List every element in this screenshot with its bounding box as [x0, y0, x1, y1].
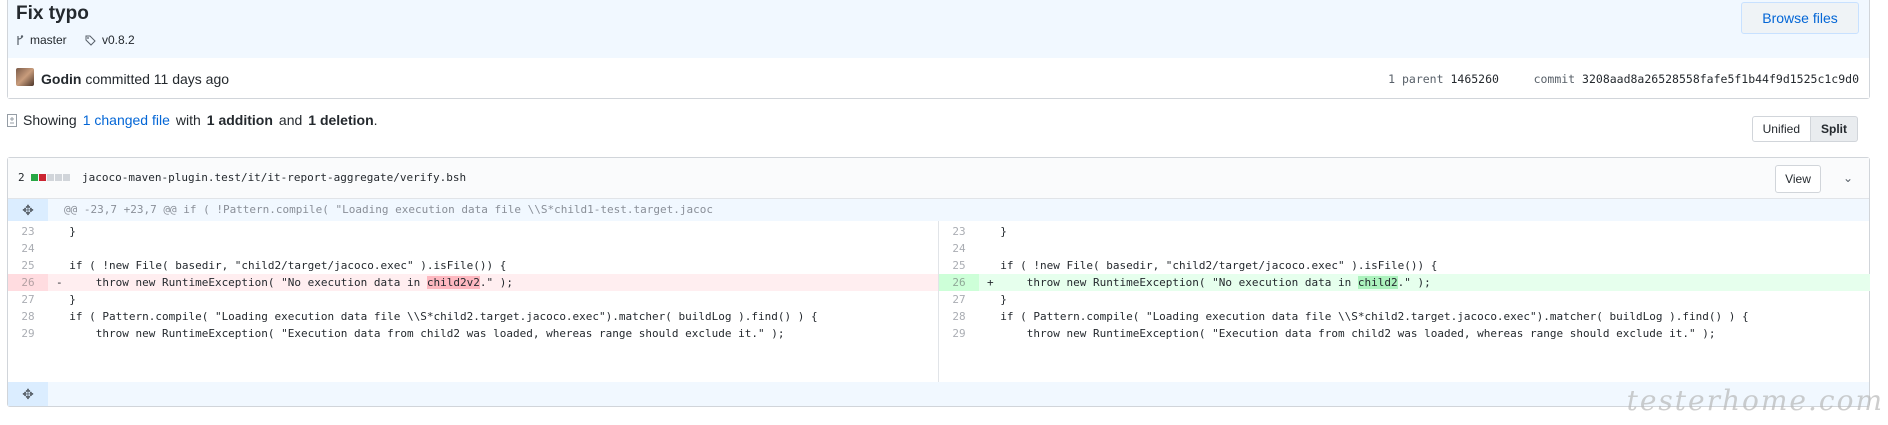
- diff-line: 24: [939, 240, 1870, 257]
- line-number[interactable]: 24: [8, 240, 48, 257]
- code-text: ." );: [479, 276, 513, 289]
- line-code: + throw new RuntimeException( "No execut…: [987, 274, 1431, 291]
- line-number[interactable]: 23: [939, 223, 979, 240]
- commit-title: Fix typo: [16, 3, 89, 24]
- diffstat: 2: [18, 171, 70, 184]
- line-number[interactable]: 28: [8, 308, 48, 325]
- hunk-header: ✥ @@ -23,7 +23,7 @@ if ( !Pattern.compil…: [8, 199, 1869, 221]
- view-file-button[interactable]: View: [1775, 165, 1821, 193]
- diff-line: 25 if ( !new File( basedir, "child2/targ…: [939, 257, 1870, 274]
- tag-link[interactable]: v0.8.2: [85, 33, 135, 47]
- diff-line: 27 }: [8, 291, 938, 308]
- commit-meta: Godin committed 11 days ago: [41, 71, 229, 87]
- commit-header: Fix typo master v0.8.2 Browse files Godi…: [7, 0, 1870, 99]
- line-code: if ( Pattern.compile( "Loading execution…: [56, 310, 818, 323]
- watermark: testerhome.com: [1626, 384, 1884, 417]
- author-row: Godin committed 11 days ago 1 parent 146…: [8, 58, 1869, 98]
- code-text: + throw new RuntimeException( "No execut…: [987, 276, 1358, 289]
- toc-with: with: [175, 112, 201, 128]
- line-number[interactable]: 28: [939, 308, 979, 325]
- diff-line: 29 throw new RuntimeException( "Executio…: [939, 325, 1870, 342]
- line-code: }: [56, 225, 76, 238]
- line-number[interactable]: 27: [8, 291, 48, 308]
- toc-showing: Showing: [23, 112, 77, 128]
- file-diff: 2 jacoco-maven-plugin.test/it/it-report-…: [7, 157, 1870, 407]
- tag-name: v0.8.2: [102, 33, 135, 47]
- line-code: - throw new RuntimeException( "No execut…: [56, 274, 513, 291]
- diff-line: 26 - throw new RuntimeException( "No exec…: [8, 274, 938, 291]
- expand-icon[interactable]: ✥: [8, 382, 48, 406]
- diff-line: 26 + throw new RuntimeException( "No exec…: [939, 274, 1870, 291]
- branch-icon: [17, 34, 24, 45]
- sha-block: 1 parent 1465260 commit 3208aad8a2652855…: [1388, 72, 1859, 86]
- commit-label: commit: [1533, 72, 1576, 86]
- toc-and: and: [278, 112, 303, 128]
- diff-line: 24: [8, 240, 938, 257]
- diff-line: 28 if ( Pattern.compile( "Loading execut…: [939, 308, 1870, 325]
- code-text: ." );: [1397, 276, 1431, 289]
- deletions-count: 1 deletion: [308, 112, 374, 128]
- line-code: }: [56, 293, 76, 306]
- browse-files-button[interactable]: Browse files: [1741, 2, 1859, 34]
- diffstat-blocks: [30, 174, 70, 181]
- line-number[interactable]: 25: [939, 257, 979, 274]
- line-number[interactable]: 27: [939, 291, 979, 308]
- parent-label: 1 parent: [1388, 72, 1444, 86]
- toc-summary: Showing 1 changed file with 1 addition a…: [7, 112, 378, 128]
- tag-icon: [85, 35, 96, 46]
- diff-view-toggle: Unified Split: [1751, 116, 1858, 142]
- line-code: }: [987, 225, 1007, 238]
- line-code: throw new RuntimeException( "Execution d…: [56, 327, 785, 340]
- diff-line: 25 if ( !new File( basedir, "child2/targ…: [8, 257, 938, 274]
- additions-count: 1 addition: [206, 112, 273, 128]
- expand-icon[interactable]: ✥: [8, 199, 48, 221]
- commit-sha: 3208aad8a26528558fafe5f1b44f9d1525c1c9d0: [1582, 72, 1859, 86]
- line-number[interactable]: 23: [8, 223, 48, 240]
- avatar[interactable]: [16, 68, 34, 86]
- commit-title-area: Fix typo master v0.8.2 Browse files: [8, 0, 1869, 59]
- line-code: if ( !new File( basedir, "child2/target/…: [987, 259, 1438, 272]
- diff-line: 29 throw new RuntimeException( "Executio…: [8, 325, 938, 342]
- hunk-header-text: @@ -23,7 +23,7 @@ if ( !Pattern.compile(…: [64, 203, 714, 216]
- line-number[interactable]: 26: [939, 274, 979, 291]
- line-number[interactable]: 29: [939, 325, 979, 342]
- diff-line: 23 }: [8, 223, 938, 240]
- file-header: 2 jacoco-maven-plugin.test/it/it-report-…: [8, 158, 1869, 199]
- changed-word: child2: [1357, 276, 1398, 289]
- file-diff-icon: [7, 113, 17, 127]
- diffstat-count: 2: [18, 171, 25, 184]
- code-text: - throw new RuntimeException( "No execut…: [56, 276, 427, 289]
- line-code: if ( !new File( basedir, "child2/target/…: [56, 259, 507, 272]
- chevron-down-icon[interactable]: ⌄: [1843, 171, 1853, 185]
- toc-period: .: [373, 112, 378, 128]
- line-code: if ( Pattern.compile( "Loading execution…: [987, 310, 1749, 323]
- diff-line: 27 }: [939, 291, 1870, 308]
- diff-right-side: 23 } 24 25 if ( !new File( basedir, "child…: [938, 221, 1870, 382]
- unified-button[interactable]: Unified: [1751, 116, 1811, 142]
- line-number[interactable]: 24: [939, 240, 979, 257]
- diff-left-side: 23 } 24 25 if ( !new File( basedir, "child…: [8, 221, 938, 382]
- line-number[interactable]: 29: [8, 325, 48, 342]
- diff-line: 23 }: [939, 223, 1870, 240]
- split-button[interactable]: Split: [1811, 116, 1858, 142]
- line-code: }: [987, 293, 1007, 306]
- diff-line: 28 if ( Pattern.compile( "Loading execut…: [8, 308, 938, 325]
- changed-files-link[interactable]: 1 changed file: [83, 112, 170, 128]
- branch-link[interactable]: master: [16, 33, 67, 47]
- parent-sha-link[interactable]: 1465260: [1450, 72, 1498, 86]
- line-number[interactable]: 25: [8, 257, 48, 274]
- committed-time: committed 11 days ago: [85, 71, 230, 87]
- line-code: throw new RuntimeException( "Execution d…: [987, 327, 1716, 340]
- author-name[interactable]: Godin: [41, 71, 81, 87]
- branch-name: master: [30, 33, 67, 47]
- changed-word: child2v2: [426, 276, 480, 289]
- file-name[interactable]: jacoco-maven-plugin.test/it/it-report-ag…: [82, 171, 466, 184]
- line-number[interactable]: 26: [8, 274, 48, 291]
- hunk-footer: ✥: [8, 382, 1869, 406]
